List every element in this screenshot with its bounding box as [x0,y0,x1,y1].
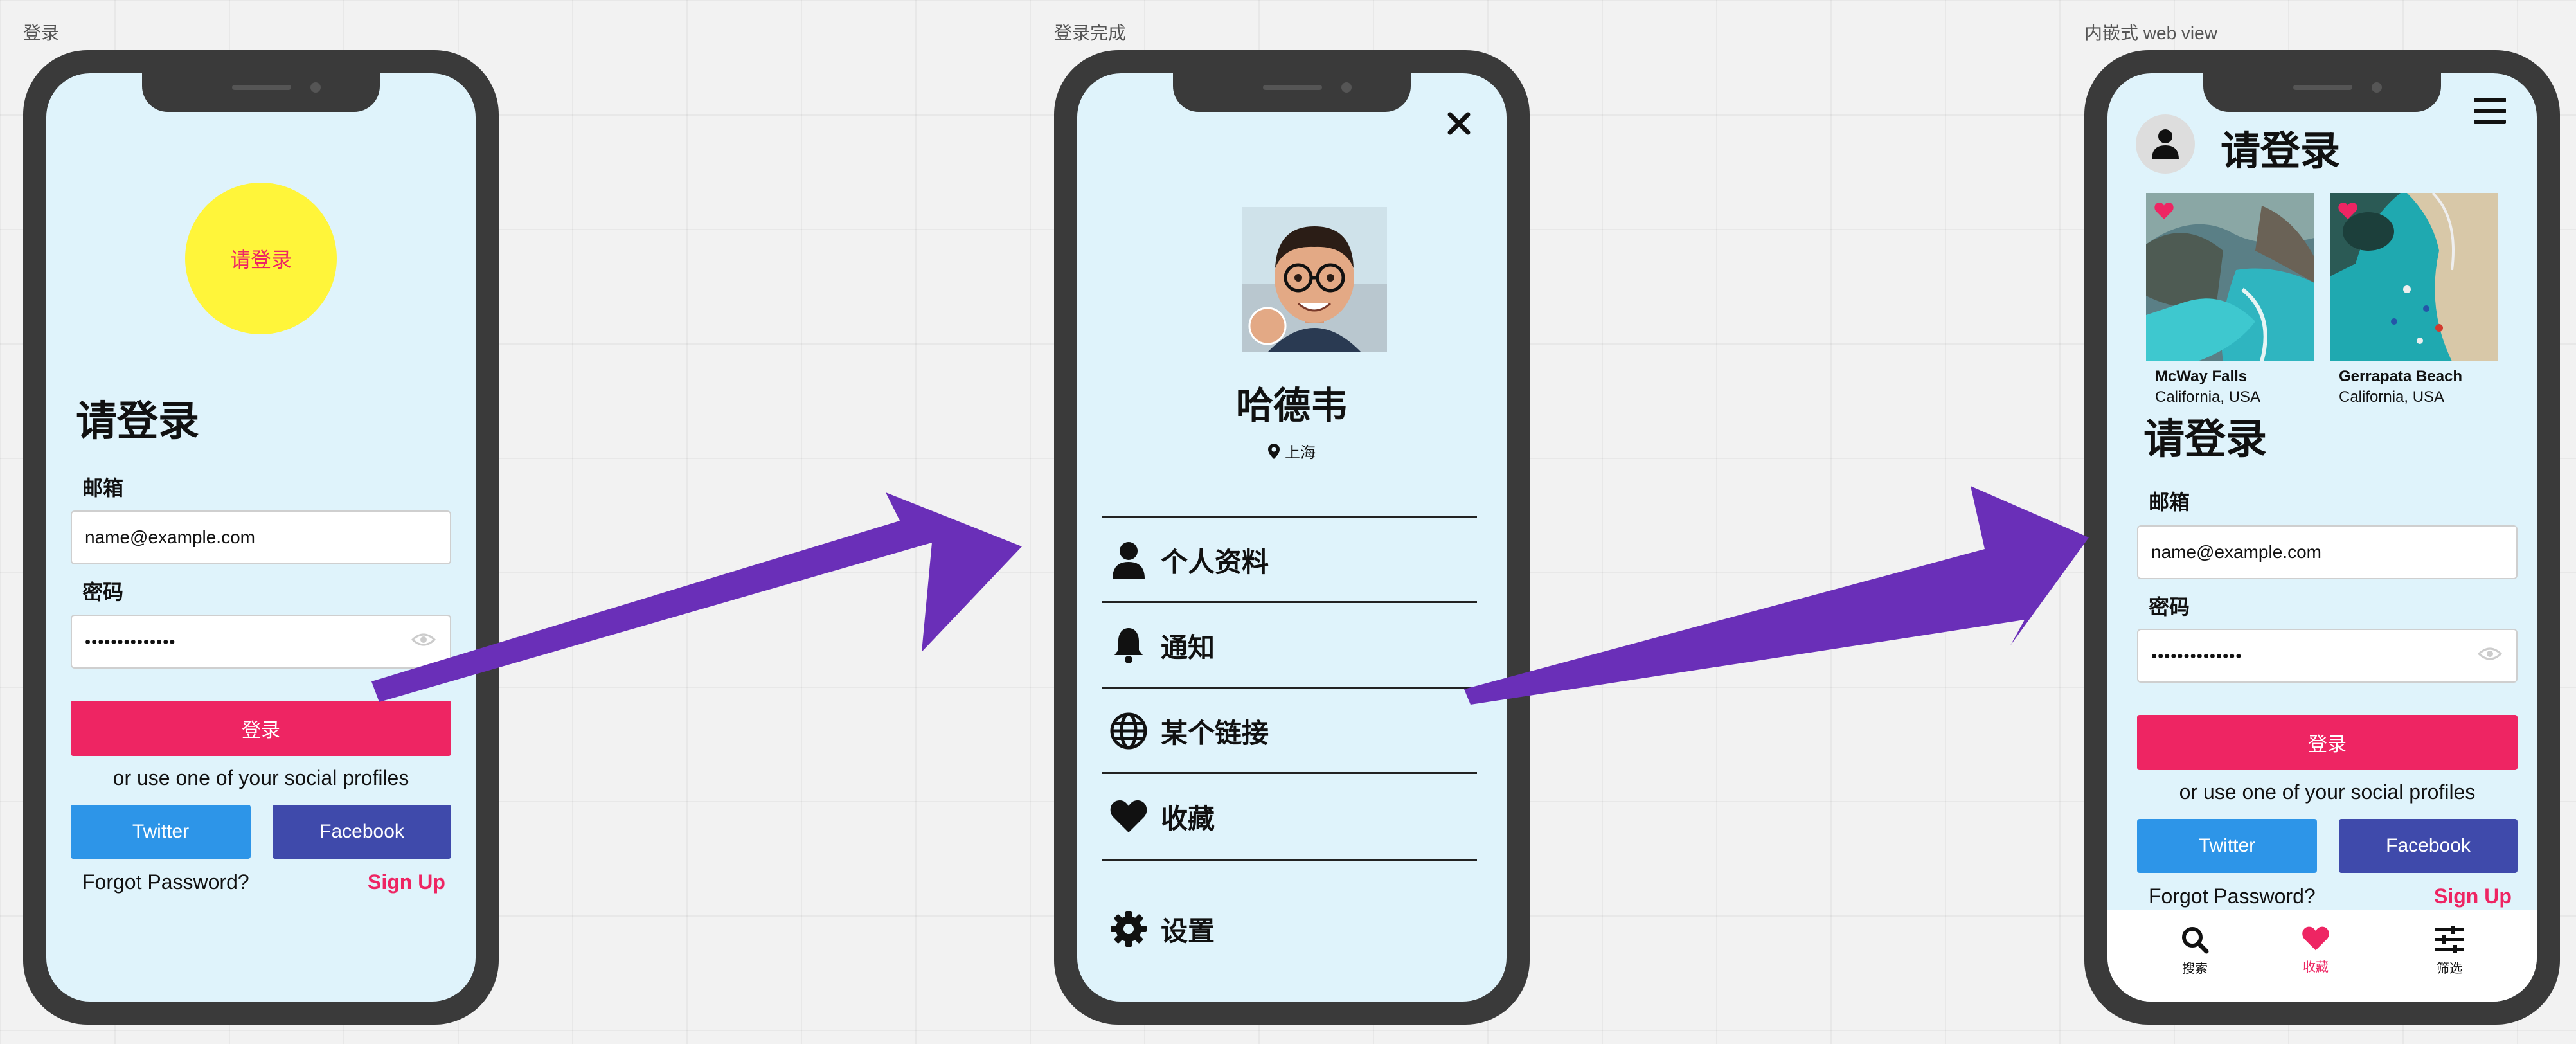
flow-arrows [371,486,2089,705]
phone-notch [142,73,380,112]
phone-notch [2203,73,2441,112]
flow-arrow-1 [371,492,1022,702]
phone-notch [1173,73,1411,112]
flow-arrow-2 [1464,486,2089,705]
